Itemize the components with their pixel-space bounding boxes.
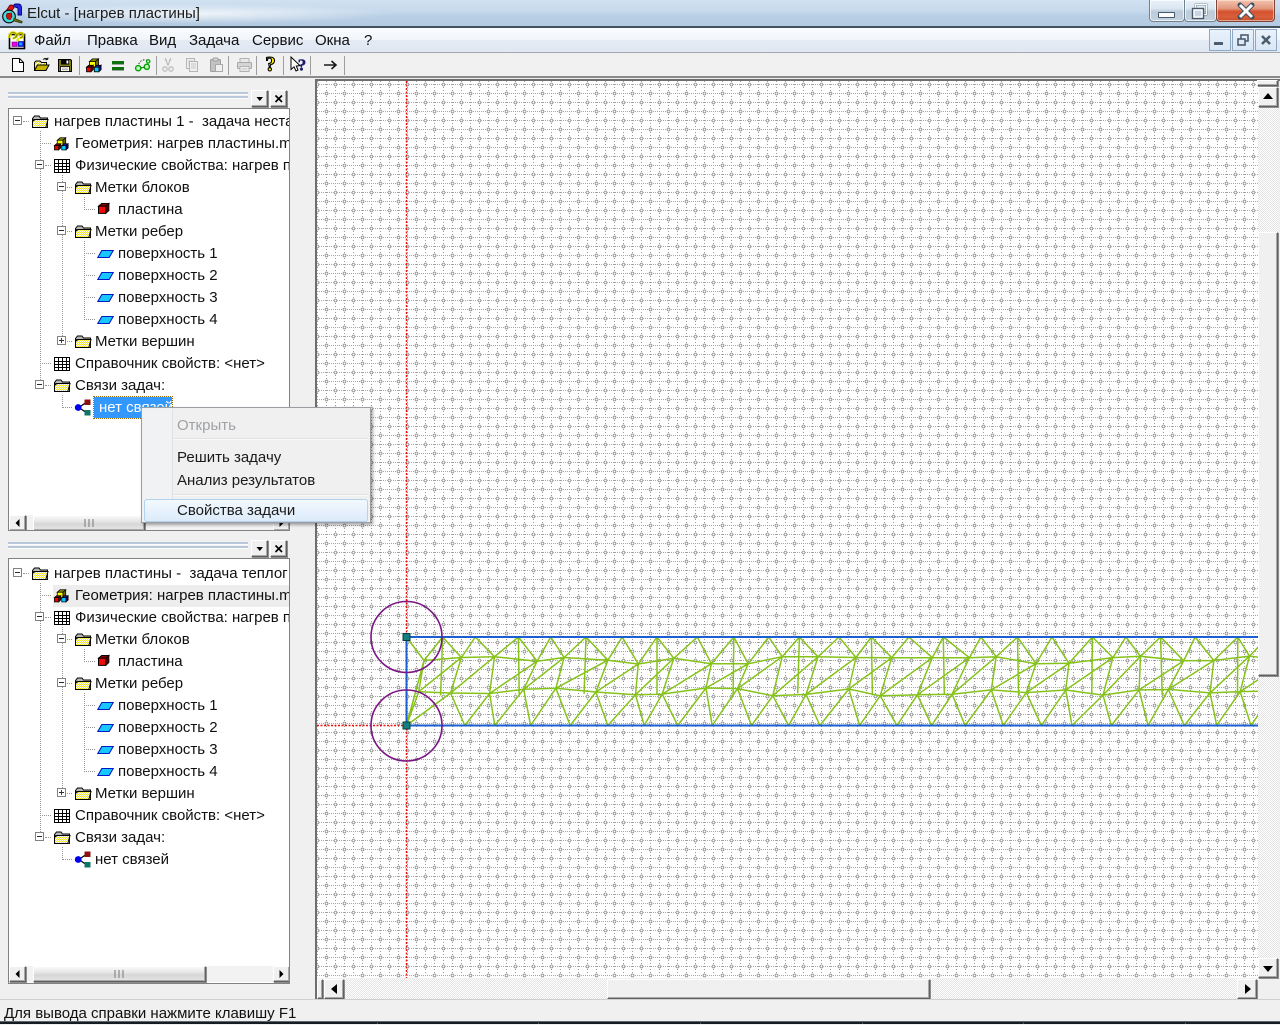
- svg-text:?: ?: [265, 56, 276, 74]
